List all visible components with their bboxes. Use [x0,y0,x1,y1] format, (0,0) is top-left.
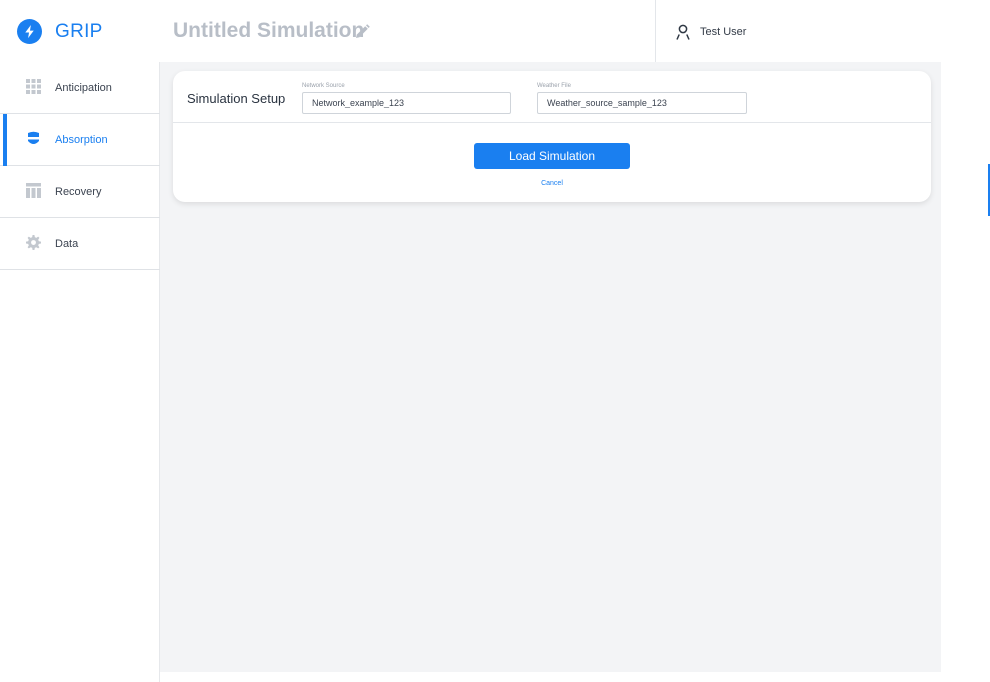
network-source-label: Network Source [302,83,345,89]
user-name[interactable]: Test User [700,26,746,38]
sidebar-item-label: Recovery [55,185,102,198]
grid-icon [26,79,41,94]
sidebar: Anticipation Absorption Recovery Data [0,62,160,682]
right-panel [941,0,990,682]
shield-icon [28,131,39,144]
columns-icon [26,183,41,198]
setup-header: Simulation Setup Network Source Weather … [173,71,931,123]
lightning-bolt-icon[interactable] [17,19,42,44]
cancel-link[interactable]: Cancel [173,180,931,187]
header-divider [655,0,656,62]
simulation-setup-card: Simulation Setup Network Source Weather … [173,71,931,202]
simulation-title[interactable]: Untitled Simulation [173,19,364,43]
sidebar-item-label: Absorption [55,133,108,146]
main-content: Simulation Setup Network Source Weather … [160,62,941,672]
weather-file-input[interactable] [537,92,747,114]
sidebar-item-anticipation[interactable]: Anticipation [0,62,160,114]
sidebar-item-label: Data [55,237,79,250]
brand-name[interactable]: GRIP [55,21,103,43]
pencil-icon[interactable] [352,22,372,42]
user-icon[interactable] [676,24,690,40]
network-source-input[interactable] [302,92,511,114]
sidebar-item-absorption[interactable]: Absorption [0,114,160,166]
app-header: GRIP Untitled Simulation Test User [0,0,941,62]
sidebar-item-label: Anticipation [55,81,112,94]
sidebar-item-data[interactable]: Data [0,218,160,270]
sidebar-item-recovery[interactable]: Recovery [0,166,160,218]
load-simulation-button[interactable]: Load Simulation [474,143,630,169]
gear-icon [26,235,41,250]
setup-title: Simulation Setup [187,91,286,106]
weather-file-label: Weather File [537,83,571,89]
